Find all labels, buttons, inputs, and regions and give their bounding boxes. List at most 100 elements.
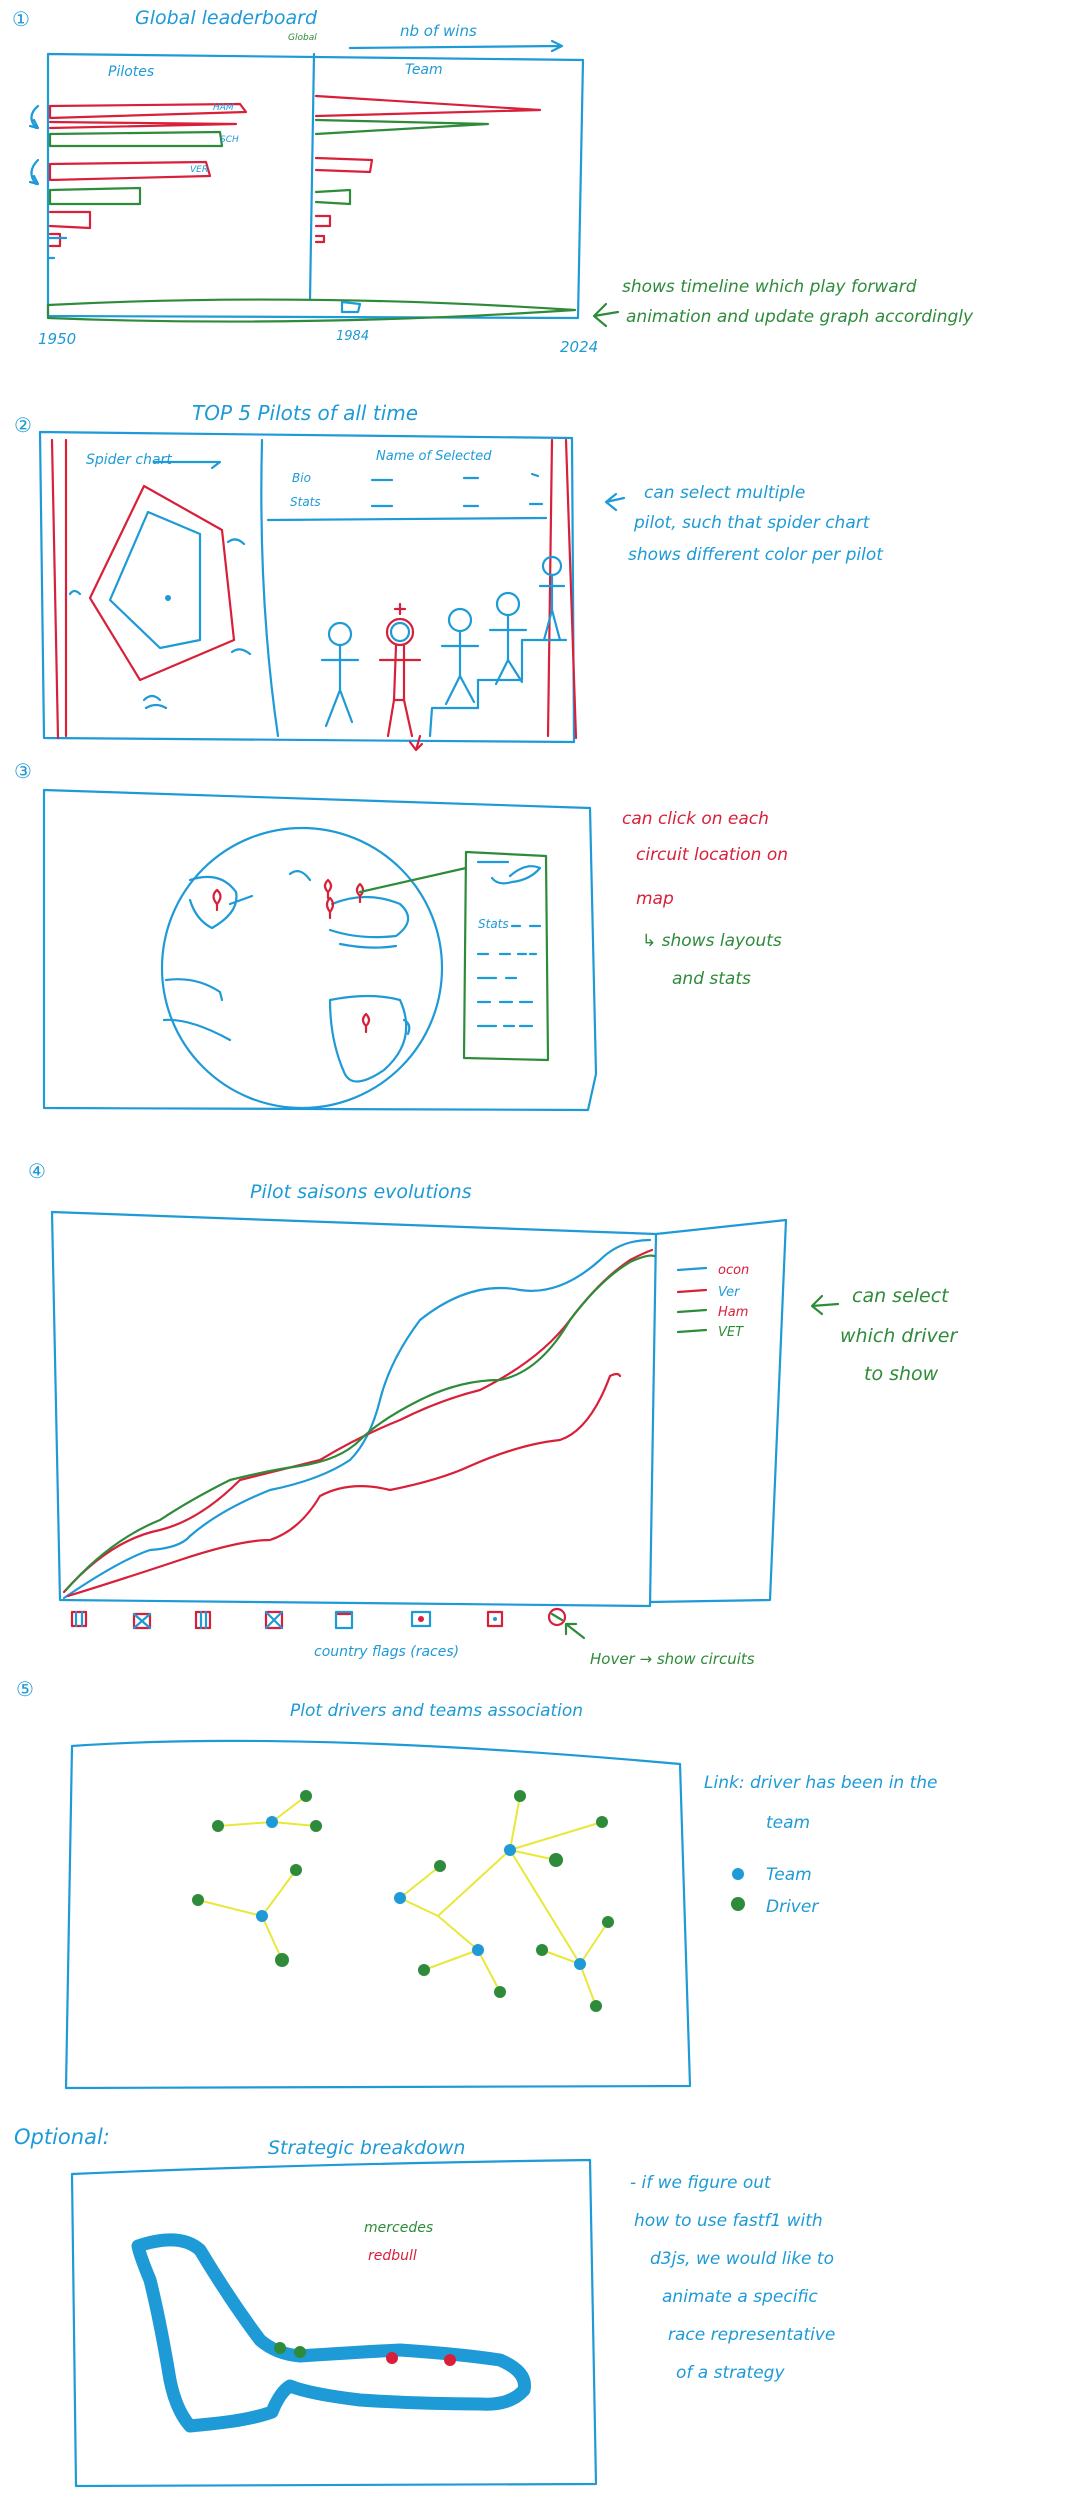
- season-note-line1: can select: [852, 1285, 950, 1307]
- pilot-bar[interactable]: [48, 210, 92, 230]
- legend-ocon[interactable]: ocon: [718, 1263, 749, 1278]
- circuit-pin[interactable]: [361, 1012, 371, 1034]
- flag-icon[interactable]: [194, 1610, 212, 1630]
- car-redbull[interactable]: [386, 2352, 398, 2364]
- legend-ver[interactable]: Ver: [718, 1285, 741, 1300]
- driver-node[interactable]: [590, 2000, 602, 2012]
- legend-vet[interactable]: VET: [718, 1325, 744, 1340]
- flag-icon[interactable]: [264, 1610, 284, 1630]
- pilot-bar[interactable]: [48, 120, 238, 130]
- info-separator: [266, 516, 548, 522]
- team-bar[interactable]: [314, 156, 374, 174]
- team-node[interactable]: [574, 1958, 586, 1970]
- circuit-pin[interactable]: [323, 878, 333, 900]
- flag-icon[interactable]: [132, 1612, 152, 1630]
- driver-node[interactable]: [514, 1790, 526, 1802]
- strategy-note-line4: animate a specific: [662, 2287, 818, 2307]
- pilots-note-line1: can select multiple: [644, 483, 805, 503]
- driver-node[interactable]: [192, 1894, 204, 1906]
- flag-icon[interactable]: [70, 1610, 88, 1628]
- strategy-note-line6: of a strategy: [676, 2363, 785, 2383]
- timeline-handle[interactable]: [340, 300, 362, 314]
- pilot-figure[interactable]: [440, 607, 480, 706]
- strategy-frame: [70, 2158, 598, 2488]
- driver-node[interactable]: [275, 1953, 289, 1967]
- pilot-figure[interactable]: [488, 591, 528, 686]
- pilot-figure[interactable]: [538, 555, 566, 642]
- pilot-bar[interactable]: [48, 232, 62, 248]
- country-flags-label: country flags (races): [314, 1644, 459, 1660]
- line-vet[interactable]: [64, 1254, 656, 1592]
- driver-node[interactable]: [494, 1986, 506, 1998]
- map-note-line5: and stats: [672, 969, 751, 989]
- driver-node[interactable]: [536, 1944, 548, 1956]
- map-note-line2: circuit location on: [636, 845, 788, 865]
- strategy-note-line5: race representative: [668, 2325, 835, 2345]
- pilot-figure[interactable]: [320, 621, 360, 728]
- car-redbull[interactable]: [444, 2354, 456, 2366]
- map-note-line3: map: [636, 889, 674, 909]
- driver-node[interactable]: [418, 1964, 430, 1976]
- line-ocon[interactable]: [62, 1238, 652, 1600]
- driver-node[interactable]: [212, 1820, 224, 1832]
- top-pilots-divider: [260, 438, 280, 738]
- flag-icon[interactable]: [486, 1610, 504, 1628]
- team-bar[interactable]: [314, 118, 490, 136]
- pilot-figure-selected[interactable]: [378, 602, 424, 752]
- driver-node[interactable]: [549, 1853, 563, 1867]
- season-title: Pilot saisons evolutions: [250, 1181, 472, 1203]
- team-node[interactable]: [256, 1910, 268, 1922]
- map-note-line4: ↳ shows layouts: [642, 931, 782, 951]
- year-end: 2024: [560, 338, 598, 356]
- wins-axis-label: nb of wins: [400, 22, 477, 40]
- pilot-bar[interactable]: [48, 186, 142, 206]
- pilot-bar[interactable]: [48, 130, 224, 148]
- car-mercedes[interactable]: [274, 2342, 286, 2354]
- team-bar[interactable]: [314, 214, 332, 228]
- driver-node[interactable]: [434, 1860, 446, 1872]
- team-bar[interactable]: [314, 234, 326, 244]
- circuit-pin[interactable]: [325, 896, 335, 920]
- flag-icon-hovered[interactable]: [547, 1607, 567, 1627]
- note-arrow: [604, 492, 626, 512]
- col-team-label: Team: [405, 62, 443, 78]
- legend-ham[interactable]: Ham: [718, 1305, 748, 1320]
- line-ham[interactable]: [66, 1372, 622, 1598]
- timeline-note-line2: animation and update graph accordingly: [626, 307, 974, 327]
- team-node[interactable]: [472, 1944, 484, 1956]
- spider-polygon-red: [88, 484, 236, 682]
- year-current: 1984: [336, 329, 369, 344]
- globe[interactable]: [160, 826, 444, 1110]
- driver-node[interactable]: [290, 1864, 302, 1876]
- team-bar[interactable]: [314, 94, 542, 118]
- driver-node[interactable]: [596, 1816, 608, 1828]
- line-ver[interactable]: [62, 1248, 654, 1594]
- section-top-pilots: ② TOP 5 Pilots of all time Spider chart …: [14, 401, 884, 752]
- optional-label: Optional:: [14, 2125, 110, 2149]
- flag-icon[interactable]: [334, 1610, 354, 1630]
- team-node[interactable]: [394, 1892, 406, 1904]
- driver-node[interactable]: [310, 1820, 322, 1832]
- reorder-arrow-icon: [28, 158, 40, 186]
- map-frame: [42, 788, 598, 1112]
- team-node[interactable]: [504, 1844, 516, 1856]
- note-arrow: [592, 302, 620, 328]
- leaderboard-title-sub: Global: [288, 33, 317, 43]
- section-number-4: ④: [28, 1159, 46, 1183]
- section-strategic-breakdown: Optional: Strategic breakdown mercedes r…: [14, 2125, 835, 2488]
- driver-node[interactable]: [602, 1916, 614, 1928]
- flag-icon[interactable]: [410, 1610, 432, 1628]
- legend-team-label: Team: [766, 1865, 812, 1885]
- pilot-bar[interactable]: [48, 160, 212, 182]
- legend-team-dot: [732, 1868, 744, 1880]
- driver-node[interactable]: [300, 1790, 312, 1802]
- circuit-pin[interactable]: [212, 888, 222, 912]
- graph-title: Plot drivers and teams association: [290, 1701, 583, 1721]
- team-node[interactable]: [266, 1816, 278, 1828]
- pilots-note-line2: pilot, such that spider chart: [633, 513, 871, 533]
- pilot-label-sch: SCH: [220, 135, 239, 145]
- car-mercedes[interactable]: [294, 2346, 306, 2358]
- curtain-left: [50, 438, 68, 740]
- podium-steps: [428, 638, 568, 738]
- team-bar[interactable]: [314, 188, 352, 206]
